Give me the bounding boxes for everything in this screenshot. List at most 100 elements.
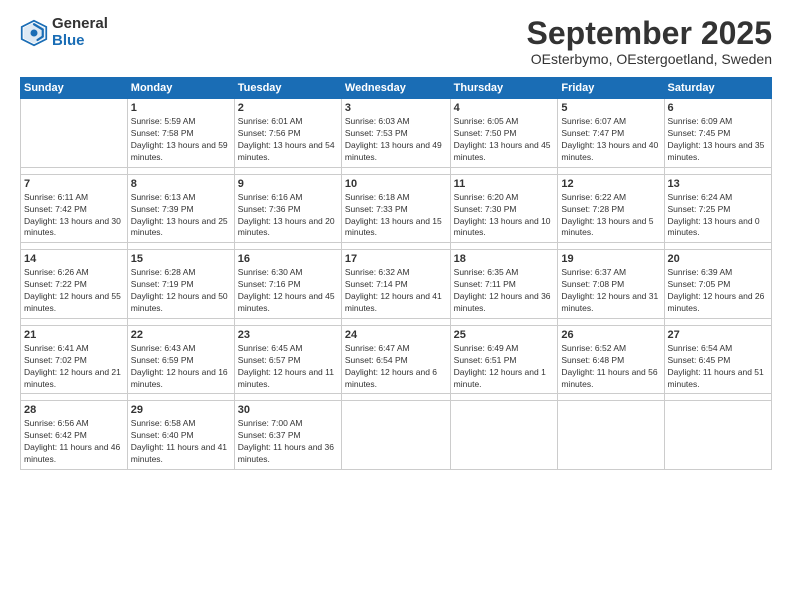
day-info-15: Sunrise: 6:28 AMSunset: 7:19 PMDaylight:… bbox=[131, 267, 231, 315]
day-cell-0-1: 1 Sunrise: 5:59 AMSunset: 7:58 PMDaylight… bbox=[127, 99, 234, 168]
day-cell-2-5: 19 Sunrise: 6:37 AMSunset: 7:08 PMDayligh… bbox=[558, 250, 664, 319]
day-cell-0-0 bbox=[21, 99, 128, 168]
day-info-2: Sunrise: 6:01 AMSunset: 7:56 PMDaylight:… bbox=[238, 116, 338, 164]
weekday-header-row: Sunday Monday Tuesday Wednesday Thursday… bbox=[21, 78, 772, 99]
separator-cell-1-6 bbox=[664, 243, 772, 250]
day-info-28: Sunrise: 6:56 AMSunset: 6:42 PMDaylight:… bbox=[24, 418, 124, 466]
day-info-24: Sunrise: 6:47 AMSunset: 6:54 PMDaylight:… bbox=[345, 343, 447, 391]
day-cell-4-3 bbox=[341, 401, 450, 470]
day-number-15: 15 bbox=[131, 253, 231, 265]
day-cell-3-5: 26Sunrise: 6:52 AMSunset: 6:48 PMDayligh… bbox=[558, 325, 664, 394]
day-number-1: 1 bbox=[131, 102, 231, 114]
week-separator-3 bbox=[21, 394, 772, 401]
day-info-18: Sunrise: 6:35 AMSunset: 7:11 PMDaylight:… bbox=[454, 267, 555, 315]
day-info-8: Sunrise: 6:13 AMSunset: 7:39 PMDaylight:… bbox=[131, 192, 231, 240]
day-cell-4-6 bbox=[664, 401, 772, 470]
day-number-12: 12 bbox=[561, 178, 660, 190]
separator-cell-3-0 bbox=[21, 394, 128, 401]
day-cell-0-5: 5Sunrise: 6:07 AMSunset: 7:47 PMDaylight… bbox=[558, 99, 664, 168]
day-cell-3-6: 27Sunrise: 6:54 AMSunset: 6:45 PMDayligh… bbox=[664, 325, 772, 394]
day-number-9: 9 bbox=[238, 178, 338, 190]
day-cell-1-4: 11Sunrise: 6:20 AMSunset: 7:30 PMDayligh… bbox=[450, 174, 558, 243]
day-cell-0-2: 2Sunrise: 6:01 AMSunset: 7:56 PMDaylight… bbox=[234, 99, 341, 168]
day-number-29: 29 bbox=[131, 404, 231, 416]
day-number-19: 19 bbox=[561, 253, 660, 265]
logo-blue-text: Blue bbox=[52, 33, 108, 50]
day-cell-2-6: 20Sunrise: 6:39 AMSunset: 7:05 PMDayligh… bbox=[664, 250, 772, 319]
separator-cell-1-3 bbox=[341, 243, 450, 250]
separator-cell-2-6 bbox=[664, 318, 772, 325]
day-cell-3-0: 21Sunrise: 6:41 AMSunset: 7:02 PMDayligh… bbox=[21, 325, 128, 394]
day-cell-2-1: 15 Sunrise: 6:28 AMSunset: 7:19 PMDayligh… bbox=[127, 250, 234, 319]
day-number-27: 27 bbox=[668, 329, 769, 341]
separator-cell-3-1 bbox=[127, 394, 234, 401]
day-info-21: Sunrise: 6:41 AMSunset: 7:02 PMDaylight:… bbox=[24, 343, 124, 391]
day-number-10: 10 bbox=[345, 178, 447, 190]
day-number-23: 23 bbox=[238, 329, 338, 341]
week-row-5: 28Sunrise: 6:56 AMSunset: 6:42 PMDayligh… bbox=[21, 401, 772, 470]
day-info-14: Sunrise: 6:26 AMSunset: 7:22 PMDaylight:… bbox=[24, 267, 124, 315]
calendar-table: Sunday Monday Tuesday Wednesday Thursday… bbox=[20, 77, 772, 470]
header-friday: Friday bbox=[558, 78, 664, 99]
week-row-3: 14 Sunrise: 6:26 AMSunset: 7:22 PMDayligh… bbox=[21, 250, 772, 319]
day-info-1: Sunrise: 5:59 AMSunset: 7:58 PMDaylight:… bbox=[131, 116, 231, 164]
day-info-9: Sunrise: 6:16 AMSunset: 7:36 PMDaylight:… bbox=[238, 192, 338, 240]
day-number-30: 30 bbox=[238, 404, 338, 416]
day-cell-1-3: 10Sunrise: 6:18 AMSunset: 7:33 PMDayligh… bbox=[341, 174, 450, 243]
day-info-16: Sunrise: 6:30 AMSunset: 7:16 PMDaylight:… bbox=[238, 267, 338, 315]
day-info-13: Sunrise: 6:24 AMSunset: 7:25 PMDaylight:… bbox=[668, 192, 769, 240]
week-separator-0 bbox=[21, 167, 772, 174]
week-row-1: 1 Sunrise: 5:59 AMSunset: 7:58 PMDaylight… bbox=[21, 99, 772, 168]
title-block: September 2025 OEsterbymo, OEstergoetlan… bbox=[527, 16, 772, 67]
day-info-20: Sunrise: 6:39 AMSunset: 7:05 PMDaylight:… bbox=[668, 267, 769, 315]
separator-cell-1-0 bbox=[21, 243, 128, 250]
separator-cell-3-4 bbox=[450, 394, 558, 401]
separator-cell-2-1 bbox=[127, 318, 234, 325]
week-separator-2 bbox=[21, 318, 772, 325]
separator-cell-3-2 bbox=[234, 394, 341, 401]
day-cell-2-0: 14 Sunrise: 6:26 AMSunset: 7:22 PMDayligh… bbox=[21, 250, 128, 319]
day-info-3: Sunrise: 6:03 AMSunset: 7:53 PMDaylight:… bbox=[345, 116, 447, 164]
header-monday: Monday bbox=[127, 78, 234, 99]
day-info-22: Sunrise: 6:43 AMSunset: 6:59 PMDaylight:… bbox=[131, 343, 231, 391]
day-cell-2-4: 18Sunrise: 6:35 AMSunset: 7:11 PMDayligh… bbox=[450, 250, 558, 319]
day-cell-1-1: 8Sunrise: 6:13 AMSunset: 7:39 PMDaylight… bbox=[127, 174, 234, 243]
week-separator-1 bbox=[21, 243, 772, 250]
day-cell-3-2: 23Sunrise: 6:45 AMSunset: 6:57 PMDayligh… bbox=[234, 325, 341, 394]
day-number-16: 16 bbox=[238, 253, 338, 265]
calendar-title: September 2025 bbox=[527, 16, 772, 51]
day-number-22: 22 bbox=[131, 329, 231, 341]
day-cell-3-3: 24 Sunrise: 6:47 AMSunset: 6:54 PMDayligh… bbox=[341, 325, 450, 394]
day-cell-4-4 bbox=[450, 401, 558, 470]
day-info-17: Sunrise: 6:32 AMSunset: 7:14 PMDaylight:… bbox=[345, 267, 447, 315]
day-info-6: Sunrise: 6:09 AMSunset: 7:45 PMDaylight:… bbox=[668, 116, 769, 164]
header-tuesday: Tuesday bbox=[234, 78, 341, 99]
header-thursday: Thursday bbox=[450, 78, 558, 99]
logo-general-text: General bbox=[52, 16, 108, 33]
header: General Blue September 2025 OEsterbymo, … bbox=[20, 16, 772, 67]
day-number-14: 14 bbox=[24, 253, 124, 265]
day-cell-0-4: 4Sunrise: 6:05 AMSunset: 7:50 PMDaylight… bbox=[450, 99, 558, 168]
separator-cell-2-3 bbox=[341, 318, 450, 325]
day-cell-1-6: 13Sunrise: 6:24 AMSunset: 7:25 PMDayligh… bbox=[664, 174, 772, 243]
separator-cell-0-3 bbox=[341, 167, 450, 174]
header-sunday: Sunday bbox=[21, 78, 128, 99]
separator-cell-1-4 bbox=[450, 243, 558, 250]
day-info-5: Sunrise: 6:07 AMSunset: 7:47 PMDaylight:… bbox=[561, 116, 660, 164]
day-cell-1-2: 9 Sunrise: 6:16 AMSunset: 7:36 PMDaylight… bbox=[234, 174, 341, 243]
separator-cell-0-2 bbox=[234, 167, 341, 174]
day-number-24: 24 bbox=[345, 329, 447, 341]
calendar-subtitle: OEsterbymo, OEstergoetland, Sweden bbox=[527, 51, 772, 67]
day-info-12: Sunrise: 6:22 AMSunset: 7:28 PMDaylight:… bbox=[561, 192, 660, 240]
day-number-17: 17 bbox=[345, 253, 447, 265]
day-number-11: 11 bbox=[454, 178, 555, 190]
separator-cell-2-4 bbox=[450, 318, 558, 325]
day-info-19: Sunrise: 6:37 AMSunset: 7:08 PMDaylight:… bbox=[561, 267, 660, 315]
logo-text: General Blue bbox=[52, 16, 108, 49]
separator-cell-2-2 bbox=[234, 318, 341, 325]
day-number-4: 4 bbox=[454, 102, 555, 114]
day-cell-3-4: 25Sunrise: 6:49 AMSunset: 6:51 PMDayligh… bbox=[450, 325, 558, 394]
week-row-4: 21Sunrise: 6:41 AMSunset: 7:02 PMDayligh… bbox=[21, 325, 772, 394]
separator-cell-3-3 bbox=[341, 394, 450, 401]
day-info-30: Sunrise: 7:00 AMSunset: 6:37 PMDaylight:… bbox=[238, 418, 338, 466]
